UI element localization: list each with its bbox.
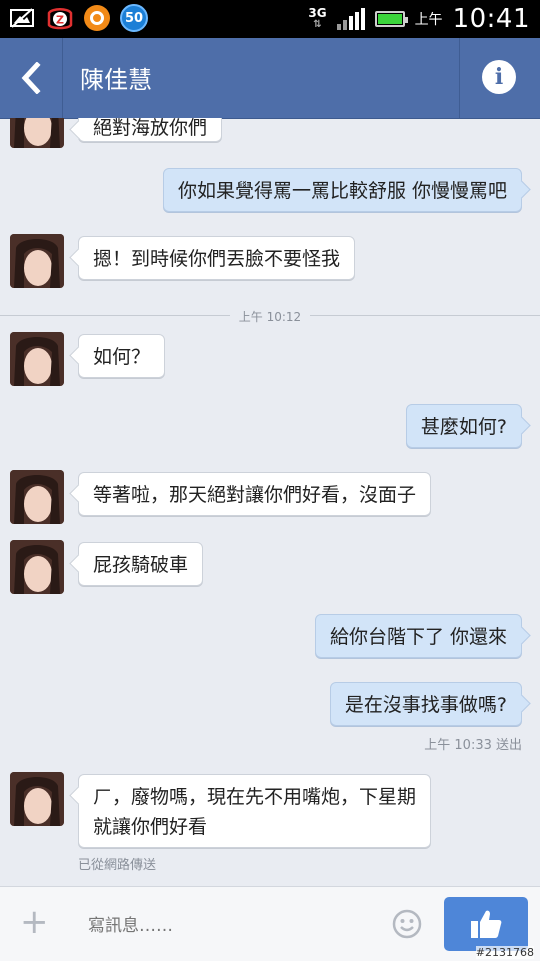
signal-strength-icon [336, 8, 365, 30]
time-separator: 上午 10:12 [0, 306, 540, 324]
avatar[interactable] [10, 332, 64, 386]
separator-line [310, 315, 540, 316]
message-bubble-outgoing: 甚麼如何? [405, 404, 522, 448]
message-input[interactable] [86, 911, 380, 941]
chevron-left-icon [21, 62, 41, 94]
message-text: 絕對海放你們 [93, 118, 208, 139]
info-button[interactable]: i [482, 60, 516, 94]
message-bubble-outgoing: 你如果覺得罵一罵比較舒服 你慢慢罵吧 [162, 168, 522, 212]
message-text: 甚麼如何? [420, 416, 507, 438]
thumbs-up-icon [471, 910, 502, 938]
message-text: 摁！到時候你們丟臉不要怪我 [93, 248, 341, 270]
message-list[interactable]: 絕對海放你們 你如果覺得罵一罵比較舒服 你慢慢罵吧 摁！到時候你們丟臉不要怪我 … [0, 118, 540, 886]
message-text-line: ㄏ，廢物嗎，現在先不用嘴炮，下星期 [93, 786, 417, 808]
avatar[interactable] [10, 470, 64, 524]
message-text: 你如果覺得罵一罵比較舒服 你慢慢罵吧 [177, 180, 507, 202]
emoji-button[interactable] [392, 909, 422, 939]
sent-status: 上午 10:33 送出 [424, 738, 522, 753]
clock-ampm: 上午 [414, 12, 443, 28]
back-button[interactable] [0, 38, 62, 118]
message-text: 等著啦，那天絕對讓你們好看，沒面子 [93, 484, 417, 506]
battery-icon [374, 11, 408, 27]
z-app-icon: Z [46, 4, 74, 32]
data-arrows-icon: ⇅ [313, 19, 322, 30]
message-text: 是在沒事找事做嗎? [344, 694, 507, 716]
message-bubble-incoming: 屁孩騎破車 [78, 542, 204, 586]
composer-bar: + #2131768 [0, 886, 540, 961]
message-text: 給你台階下了 你還來 [329, 626, 507, 648]
network-type: 3G ⇅ [308, 6, 327, 30]
smiley-icon [392, 909, 422, 939]
add-attachment-button[interactable]: + [20, 905, 49, 939]
status-bar: Z 50 3G ⇅ 上午 10:41 [0, 0, 540, 38]
contact-name: 陳佳慧 [80, 66, 152, 94]
message-bubble-incoming: 如何？ [78, 334, 166, 378]
message-bubble-incoming: 摁！到時候你們丟臉不要怪我 [78, 236, 356, 280]
message-bubble-incoming: 等著啦，那天絕對讓你們好看，沒面子 [78, 472, 432, 516]
message-bubble-incoming: 絕對海放你們 [78, 118, 223, 142]
orange-app-icon [84, 5, 110, 31]
header-divider-left [62, 38, 63, 118]
header-divider-right [459, 38, 460, 118]
avatar[interactable] [10, 540, 64, 594]
image-off-icon [8, 4, 36, 32]
conversation-header: 陳佳慧 i [0, 38, 540, 119]
notification-count-badge: 50 [120, 4, 148, 32]
avatar[interactable] [10, 772, 64, 826]
svg-text:Z: Z [56, 14, 64, 27]
message-bubble-outgoing: 是在沒事找事做嗎? [329, 682, 522, 726]
avatar[interactable] [10, 118, 64, 148]
network-label: 3G [308, 6, 327, 20]
like-button[interactable] [444, 897, 528, 951]
message-text: 如何？ [93, 346, 151, 368]
message-text: 屁孩騎破車 [93, 554, 189, 576]
avatar[interactable] [10, 234, 64, 288]
message-bubble-outgoing: 給你台階下了 你還來 [314, 614, 522, 658]
clock-time: 10:41 [452, 4, 530, 34]
watermark-id: #2131768 [475, 946, 534, 959]
time-separator-label: 上午 10:12 [238, 310, 302, 324]
message-bubble-incoming: ㄏ，廢物嗎，現在先不用嘴炮，下星期 就讓你們好看 [78, 774, 432, 848]
message-text-line: 就讓你們好看 [93, 816, 208, 838]
via-web-status: 已從網路傳送 [78, 858, 157, 873]
